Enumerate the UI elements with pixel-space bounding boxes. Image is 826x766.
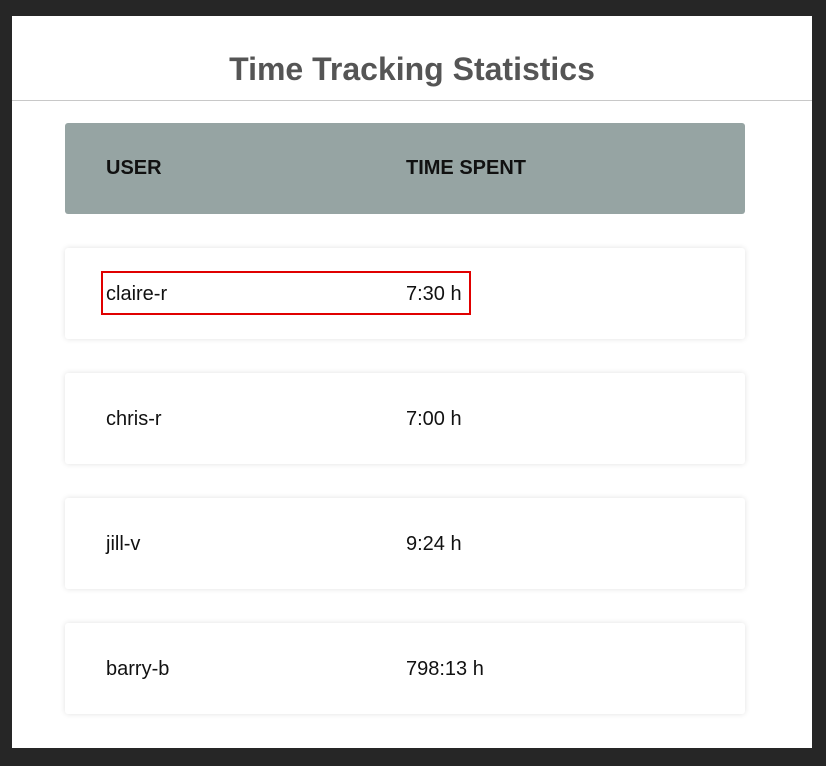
column-header-user: USER	[106, 157, 162, 179]
time-cell: 7:00 h	[406, 408, 462, 430]
time-cell: 9:24 h	[406, 533, 462, 555]
user-cell: chris-r	[106, 408, 162, 430]
page-header: Time Tracking Statistics	[12, 16, 812, 101]
user-cell: jill-v	[106, 533, 141, 555]
time-cell: 798:13 h	[406, 658, 484, 680]
table-row: barry-b 798:13 h	[65, 623, 745, 714]
column-header-time-spent: TIME SPENT	[406, 157, 527, 179]
user-cell: barry-b	[106, 658, 170, 680]
user-cell: claire-r	[106, 283, 168, 305]
table-header: USER TIME SPENT	[65, 123, 745, 214]
time-cell: 7:30 h	[406, 283, 462, 305]
table-row: claire-r 7:30 h	[65, 248, 745, 339]
page-title: Time Tracking Statistics	[229, 51, 595, 87]
table-row: jill-v 9:24 h	[65, 498, 745, 589]
table-row: chris-r 7:00 h	[65, 373, 745, 464]
stats-panel: Time Tracking Statistics USER TIME SPENT…	[12, 16, 812, 748]
